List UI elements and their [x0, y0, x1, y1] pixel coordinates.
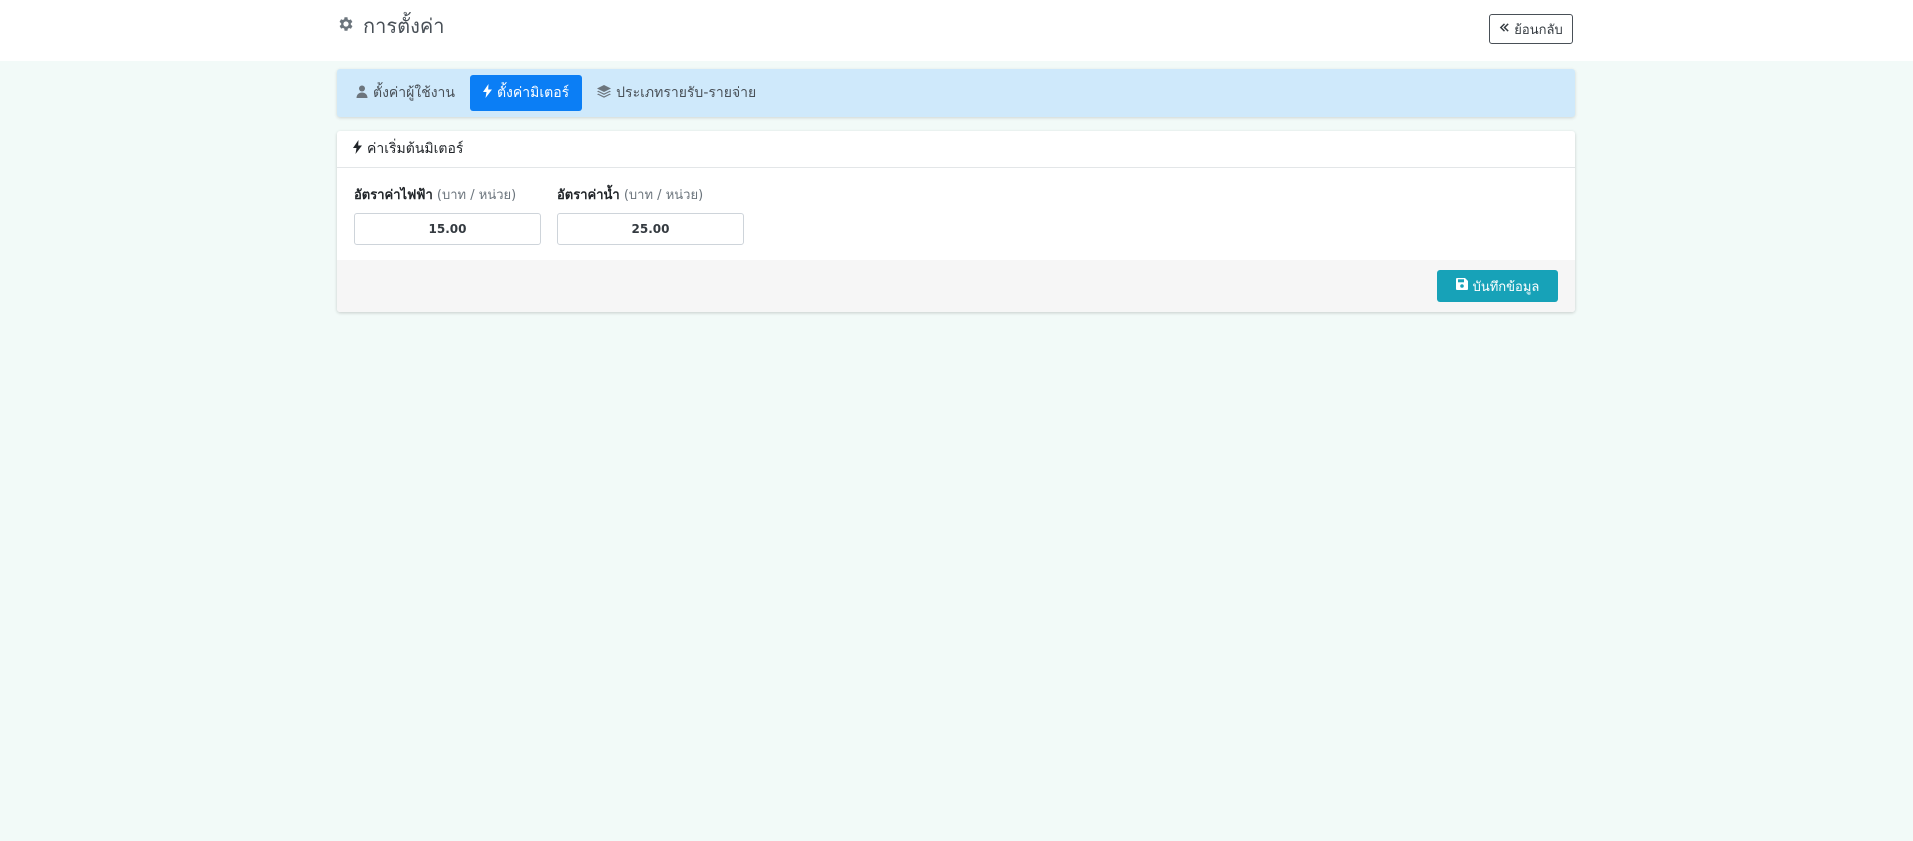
settings-tabs: ตั้งค่าผู้ใช้งาน ตั้งค่ามิเตอร์ ประเภทรา… — [337, 69, 1575, 117]
card-title: ค่าเริ่มต้นมิเตอร์ — [367, 141, 464, 157]
layers-icon — [597, 84, 616, 102]
top-header — [0, 0, 1913, 61]
page-title: การตั้งค่า — [337, 12, 444, 40]
card-footer: บันทึกข้อมูล — [337, 260, 1575, 312]
bolt-icon — [482, 84, 497, 102]
card-header: ค่าเริ่มต้นมิเตอร์ — [337, 131, 1575, 168]
back-button-label: ย้อนกลับ — [1514, 22, 1563, 38]
tab-label: ตั้งค่ามิเตอร์ — [496, 85, 570, 101]
bolt-icon — [353, 140, 367, 158]
save-button-label: บันทึกข้อมูล — [1472, 279, 1540, 295]
tab-label: ประเภทรายรับ-รายจ่าย — [616, 85, 757, 101]
save-button[interactable]: บันทึกข้อมูล — [1437, 270, 1558, 302]
water-rate-field: อัตราค่าน้ำ (บาท / หน่วย) — [557, 184, 744, 245]
tab-income-expense-types[interactable]: ประเภทรายรับ-รายจ่าย — [584, 75, 769, 111]
tab-meter-settings[interactable]: ตั้งค่ามิเตอร์ — [469, 75, 583, 111]
double-chevron-left-icon — [1499, 22, 1514, 37]
water-rate-input[interactable] — [557, 213, 744, 245]
card-body: อัตราค่าไฟฟ้า (บาท / หน่วย) อัตราค่าน้ำ … — [337, 168, 1575, 260]
page-title-text: การตั้งค่า — [363, 14, 445, 38]
tab-label: ตั้งค่าผู้ใช้งาน — [373, 85, 455, 101]
gear-icon — [337, 14, 363, 38]
back-button[interactable]: ย้อนกลับ — [1489, 14, 1573, 44]
meter-defaults-card: ค่าเริ่มต้นมิเตอร์ อัตราค่าไฟฟ้า (บาท / … — [337, 131, 1575, 312]
user-icon — [356, 85, 373, 102]
electricity-rate-label: อัตราค่าไฟฟ้า (บาท / หน่วย) — [354, 188, 517, 203]
tab-user-settings[interactable]: ตั้งค่าผู้ใช้งาน — [343, 75, 468, 111]
electricity-rate-input[interactable] — [354, 213, 541, 245]
floppy-disk-icon — [1455, 278, 1473, 294]
water-rate-label: อัตราค่าน้ำ (บาท / หน่วย) — [557, 188, 704, 203]
electricity-rate-field: อัตราค่าไฟฟ้า (บาท / หน่วย) — [354, 184, 541, 245]
